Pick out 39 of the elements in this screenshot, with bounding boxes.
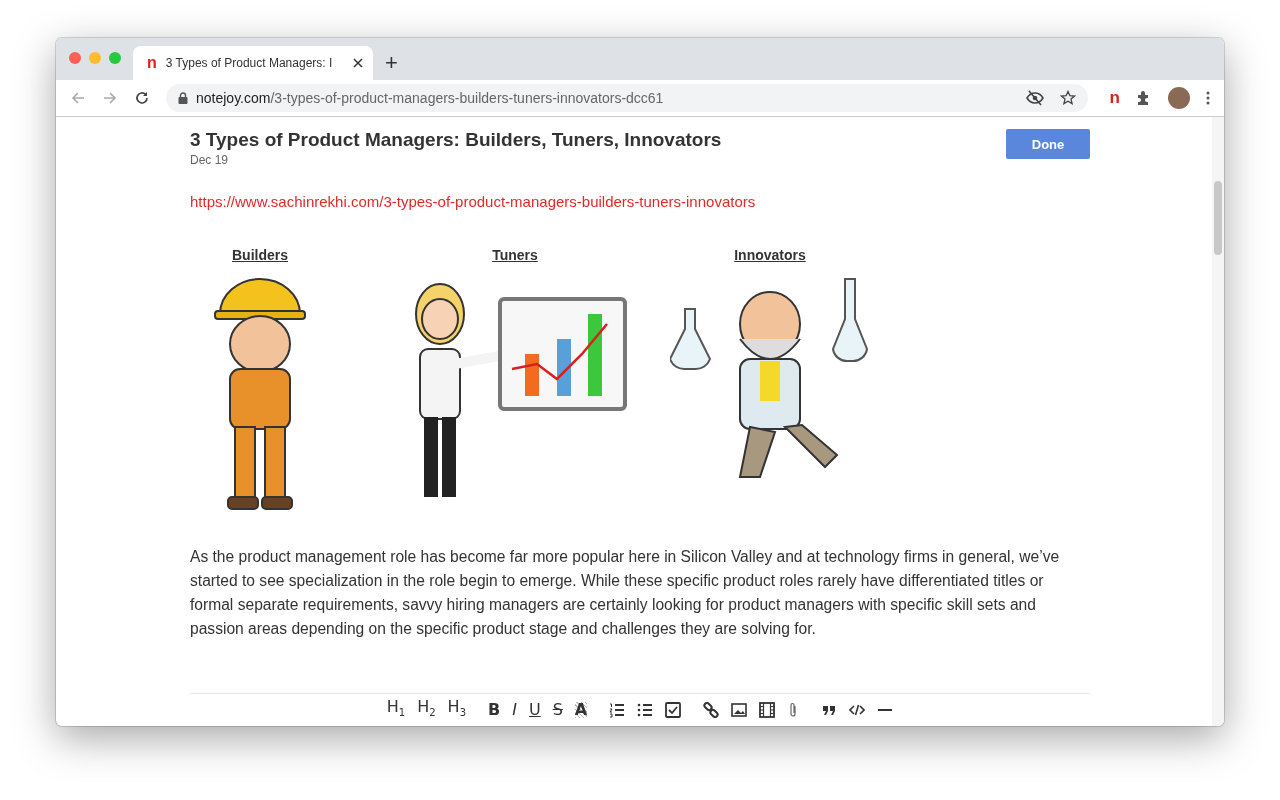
strikethrough-button[interactable]: S [552, 702, 563, 718]
url-text: notejoy.com/3-types-of-product-managers-builders-tuners-innovators-dcc61 [196, 90, 664, 106]
underline-button[interactable]: U [528, 702, 541, 718]
image-icon[interactable] [731, 702, 748, 718]
figure-caption: Innovators [734, 247, 806, 263]
avatar[interactable] [1168, 87, 1190, 109]
figure-caption: Builders [232, 247, 288, 263]
browser-tab[interactable]: n 3 Types of Product Managers: I [133, 46, 373, 80]
body-paragraph: As the product management role has become far more popular here in Silicon Valley and at technology firms in general, we’ve started to see specialization in the role begin to emerge. While these specific product roles rarely have differentiated titles or formal separate requirements, savvy hiring managers are certainly looking for product managers with specific skill sets and passion areas depending on the specific product stage and challenges they are solving for. [190, 547, 1061, 639]
figure-caption: Tuners [492, 247, 538, 263]
favicon: n [147, 54, 157, 72]
chart-bar [525, 354, 539, 396]
done-button[interactable]: Done [1006, 129, 1090, 159]
chart-bar [557, 339, 571, 396]
address-bar[interactable]: notejoy.com/3-types-of-product-managers-builders-tuners-innovators-dcc61 [166, 84, 1088, 112]
bold-button[interactable]: B [488, 702, 501, 718]
menu-icon[interactable] [1206, 90, 1210, 106]
eye-slash-icon[interactable] [1025, 90, 1044, 106]
film-icon[interactable] [759, 702, 776, 718]
code-icon[interactable] [849, 702, 866, 718]
reload-icon[interactable] [134, 90, 150, 106]
source-link[interactable]: https://www.sachinrekhi.com/3-types-of-product-managers-builders-tuners-innovators [190, 193, 756, 210]
note-title: 3 Types of Product Managers: Builders, Tuners, Innovators [190, 129, 722, 151]
link-icon[interactable] [703, 702, 720, 718]
italic-button[interactable]: I [512, 702, 517, 718]
bullet-list-icon[interactable] [637, 702, 654, 718]
star-icon[interactable] [1059, 90, 1076, 106]
heading-button[interactable]: H$_{3}$ [447, 698, 466, 722]
heading-button[interactable]: H$_{1}$ [386, 698, 406, 722]
lock-icon [178, 92, 188, 104]
extension-button[interactable]: n [1109, 88, 1120, 108]
checkbox-icon[interactable] [665, 702, 682, 718]
new-tab-button[interactable]: + [373, 46, 410, 80]
numbered-list-icon[interactable] [609, 702, 626, 718]
note-date: Dec 19 [190, 153, 230, 167]
close-icon[interactable] [353, 58, 363, 68]
heading-button[interactable]: H$_{2}$ [417, 698, 436, 722]
highlight-button[interactable]: A [574, 702, 588, 718]
tab-title: 3 Types of Product Managers: I [165, 56, 334, 70]
